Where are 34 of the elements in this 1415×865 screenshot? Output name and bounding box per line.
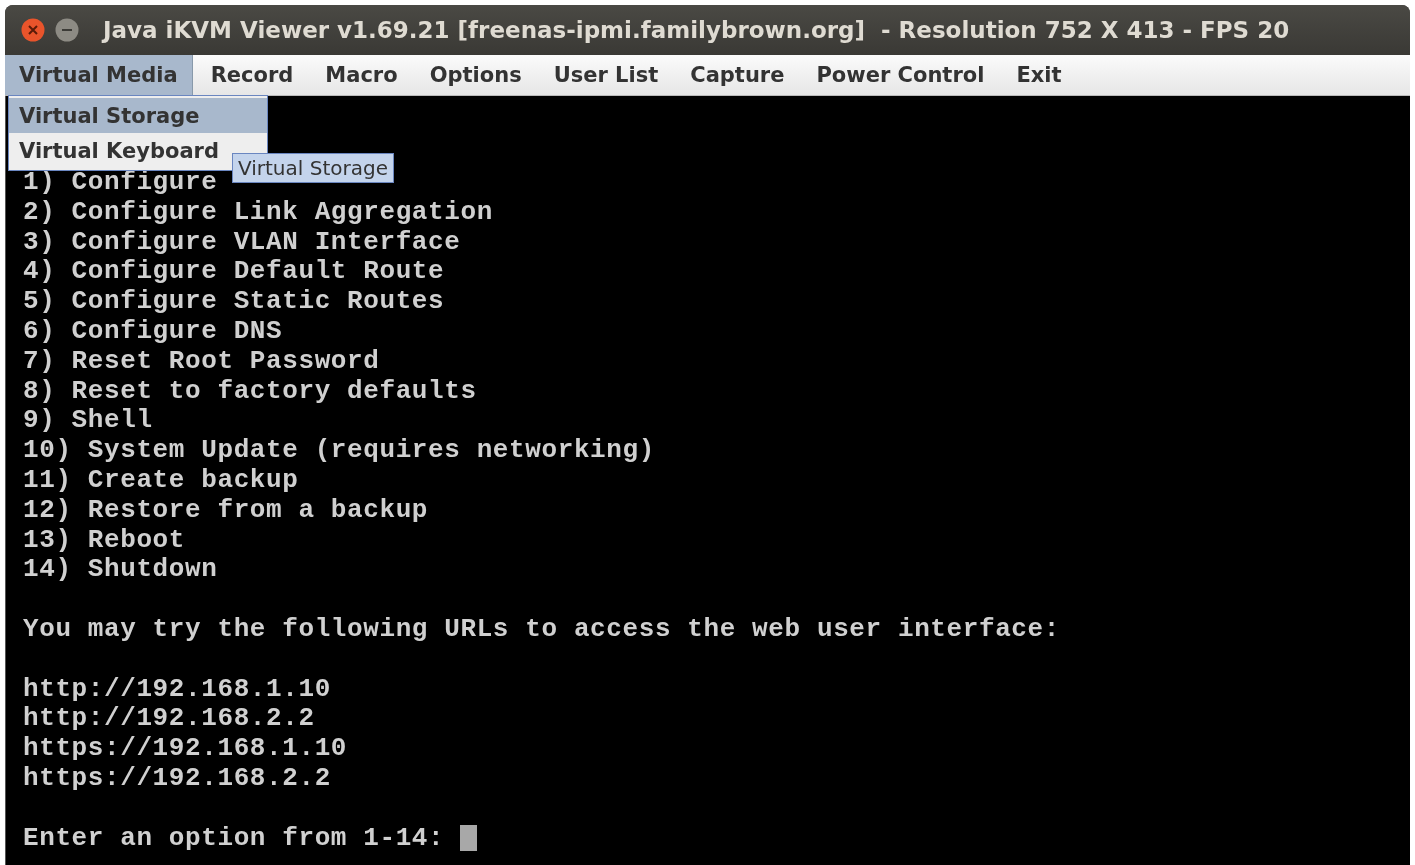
menu-item[interactable]: Record xyxy=(196,55,308,95)
close-icon[interactable] xyxy=(21,18,45,42)
terminal-line: 3) Configure VLAN Interface xyxy=(23,227,461,258)
menu-item[interactable]: Exit xyxy=(1002,55,1076,95)
terminal-line: 12) Restore from a backup xyxy=(23,495,429,526)
terminal-line: 10) System Update (requires networking) xyxy=(23,436,655,466)
menu-item[interactable]: Capture xyxy=(676,55,799,95)
terminal-prompt: Enter an option from 1-14: xyxy=(23,823,445,854)
menu-item[interactable]: Virtual Media xyxy=(5,55,193,95)
terminal-line: 6) Configure DNS xyxy=(23,317,283,347)
terminal-line: 13) Reboot xyxy=(23,525,186,556)
tooltip: Virtual Storage xyxy=(232,153,394,183)
url-text: http://192.168.2.2 xyxy=(23,704,315,735)
terminal-line: 8) Reset to factory defaults xyxy=(23,376,477,407)
terminal-line: 1) Configure xyxy=(23,168,218,198)
url-text: https://192.168.1.10 xyxy=(23,734,348,764)
menu-item[interactable]: User List xyxy=(539,55,673,95)
menu-item[interactable]: Options xyxy=(415,55,536,95)
window-title: Java iKVM Viewer v1.69.21 [freenas-ipmi.familybrown.org] - Resolution 752 X 413 - FPS 20 xyxy=(103,17,1290,43)
terminal-line: You may try the following URLs to access the web user interface: xyxy=(23,614,1060,645)
terminal-line: 5) Configure Static Routes xyxy=(23,287,445,317)
terminal-line: 7) Reset Root Password xyxy=(23,346,380,377)
url-text: https://192.168.2.2 xyxy=(23,763,331,794)
menu-item[interactable]: Virtual Storage xyxy=(9,98,267,133)
menu-item[interactable]: Power Control xyxy=(802,55,999,95)
text-cursor xyxy=(460,825,478,852)
menu-item[interactable]: Macro xyxy=(311,55,412,95)
terminal-line: 9) Shell xyxy=(23,406,153,437)
minimize-icon[interactable] xyxy=(55,18,79,42)
url-text: http://192.168.1.10 xyxy=(23,674,331,705)
terminal-line: 14) Shutdown xyxy=(23,555,218,586)
terminal-line: 11) Create backup xyxy=(23,465,299,496)
terminal-line: 4) Configure Default Route xyxy=(23,257,445,288)
terminal-line: 2) Configure Link Aggregation xyxy=(23,197,493,228)
